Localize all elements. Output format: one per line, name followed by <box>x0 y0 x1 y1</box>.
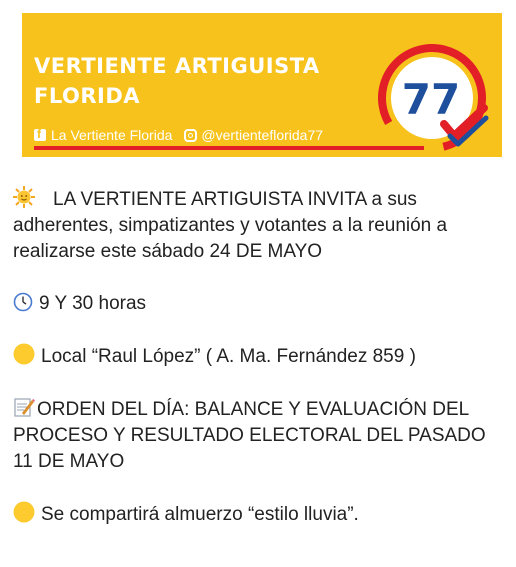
banner-title-line2: FLORIDA <box>34 84 140 108</box>
banner-social: La Vertiente Florida @vertienteflorida77 <box>34 127 323 143</box>
yellow-circle-icon <box>13 501 35 523</box>
facebook-icon <box>34 127 46 141</box>
intro-paragraph: LA VERTIENTE ARTIGUISTA INVITA a sus adh… <box>13 186 509 265</box>
message-body: LA VERTIENTE ARTIGUISTA INVITA a sus adh… <box>13 186 509 528</box>
place-paragraph: Local “Raul López” ( A. Ma. Fernández 85… <box>13 343 509 370</box>
agenda-paragraph: ORDEN DEL DÍA: BALANCE Y EVALUACIÓN DEL … <box>13 396 509 475</box>
facebook-handle: La Vertiente Florida <box>51 127 173 143</box>
agenda-text: ORDEN DEL DÍA: BALANCE Y EVALUACIÓN DEL … <box>13 399 486 472</box>
lunch-paragraph: Se compartirá almuerzo “estilo lluvia”. <box>13 501 509 528</box>
banner-red-bar <box>34 146 424 150</box>
yellow-circle-icon <box>13 343 35 365</box>
time-text: 9 Y 30 horas <box>39 293 147 314</box>
logo-77-icon: 77 <box>378 43 489 152</box>
intro-text: LA VERTIENTE ARTIGUISTA INVITA a sus adh… <box>13 189 448 262</box>
logo-number: 77 <box>402 75 460 124</box>
banner-title-line1: VERTIENTE ARTIGUISTA <box>34 54 320 78</box>
banner-image: VERTIENTE ARTIGUISTA FLORIDA La Vertient… <box>22 13 502 157</box>
memo-icon <box>14 398 35 417</box>
instagram-handle: @vertienteflorida77 <box>201 127 324 143</box>
place-text: Local “Raul López” ( A. Ma. Fernández 85… <box>41 346 416 367</box>
sun-face-icon <box>13 186 35 208</box>
instagram-icon <box>184 128 198 142</box>
lunch-text: Se compartirá almuerzo “estilo lluvia”. <box>41 504 359 525</box>
time-paragraph: 9 Y 30 horas <box>13 291 509 317</box>
banner-title: VERTIENTE ARTIGUISTA FLORIDA <box>34 51 320 111</box>
clock-icon <box>13 292 33 312</box>
